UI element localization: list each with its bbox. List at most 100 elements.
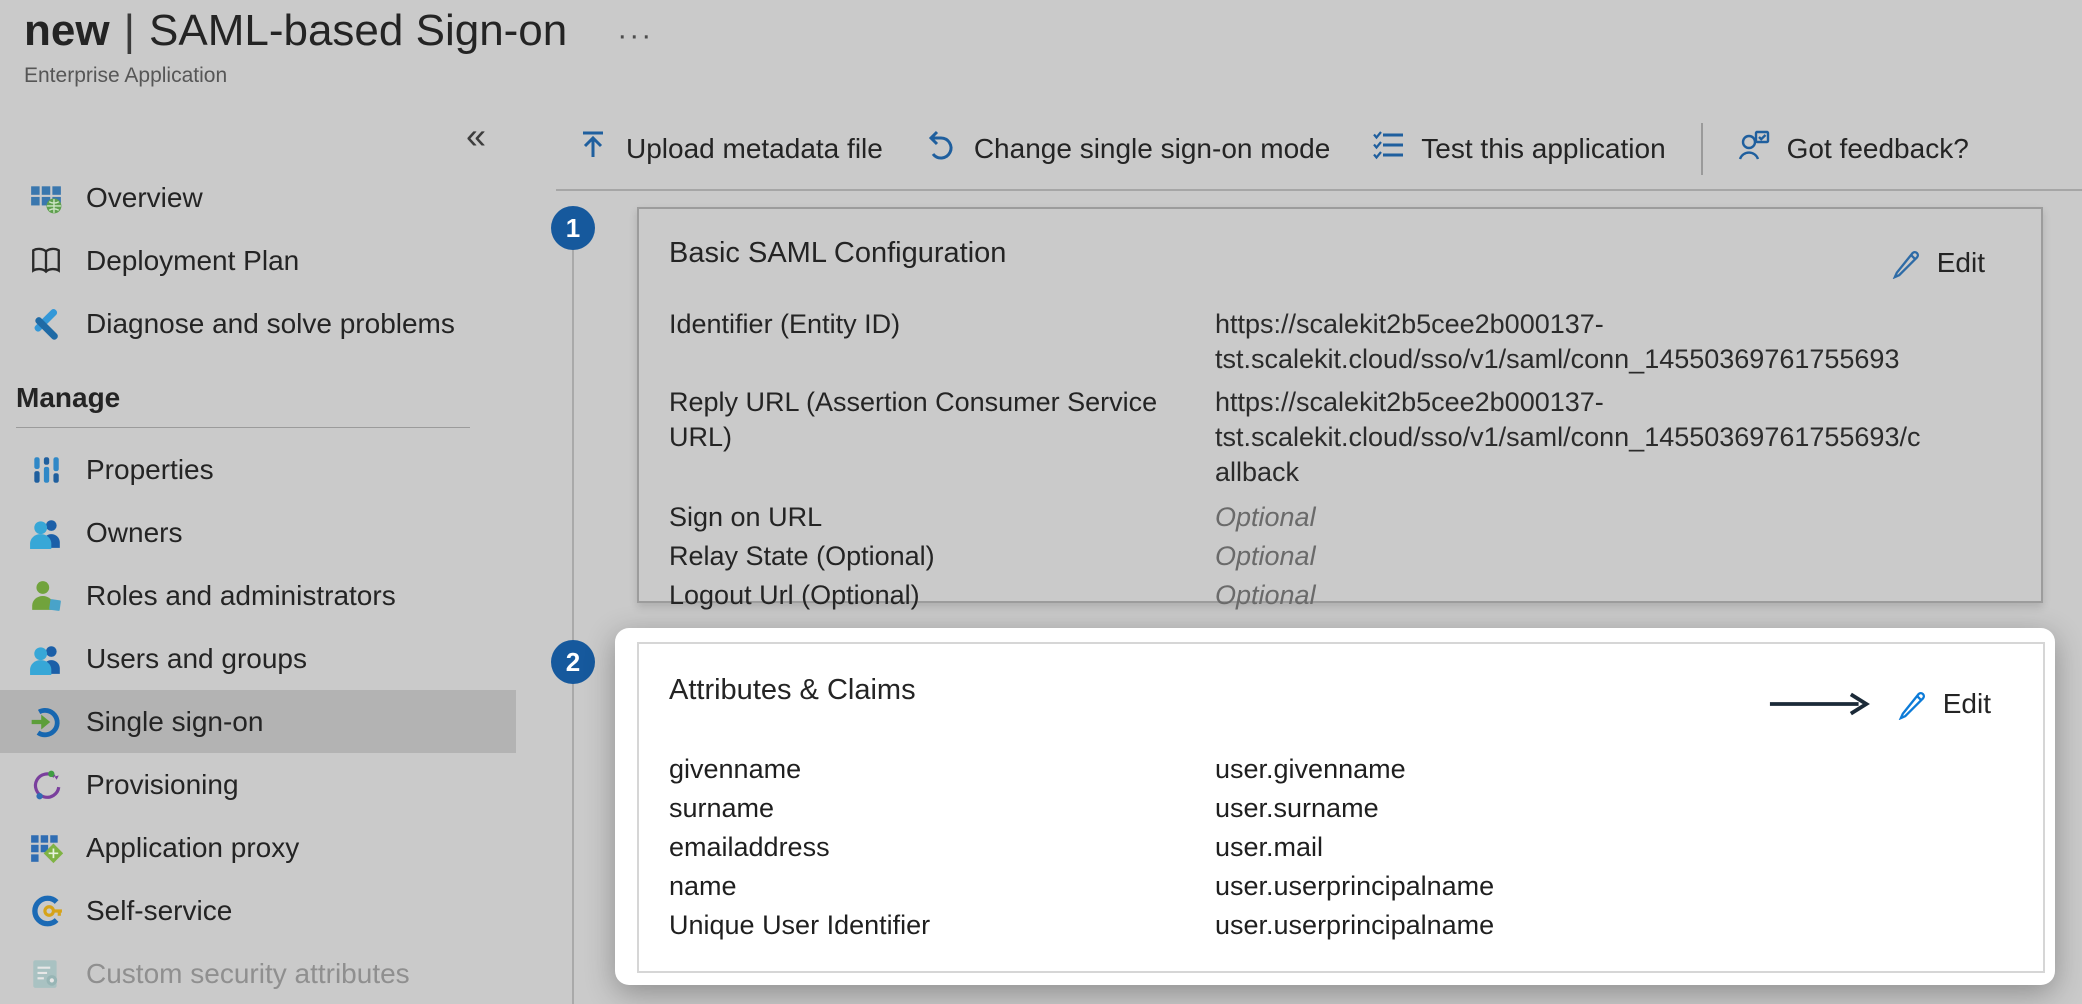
app-proxy-grid-icon	[28, 830, 64, 866]
change-sso-mode-button[interactable]: Change single sign-on mode	[904, 129, 1351, 168]
config-row: Identifier (Entity ID) https://scalekit2…	[669, 307, 2011, 377]
checklist-icon	[1372, 129, 1404, 168]
blade-title: SAML-based Sign-on	[149, 6, 567, 56]
app-type-subtitle: Enterprise Application	[24, 64, 653, 88]
step-1-badge: 1	[551, 206, 595, 250]
sidebar-item-label: Self-service	[86, 895, 232, 927]
sidebar-item-application-proxy[interactable]: Application proxy	[0, 816, 516, 879]
row-value: https://scalekit2b5cee2b000137-tst.scale…	[1215, 385, 1935, 490]
annotation-arrow-icon	[1768, 690, 1874, 718]
card-title: Basic SAML Configuration	[669, 233, 2011, 273]
sidebar-item-diagnose[interactable]: Diagnose and solve problems	[0, 292, 516, 355]
sidebar-section-manage: Manage	[0, 369, 516, 427]
sidebar-item-label: Provisioning	[86, 769, 239, 801]
row-value-optional: Optional	[1215, 537, 1935, 576]
pencil-icon	[1891, 248, 1922, 279]
command-bar: Upload metadata file Change single sign-…	[556, 108, 2082, 191]
row-label: Identifier (Entity ID)	[669, 307, 1215, 342]
sidebar-item-owners[interactable]: Owners	[0, 501, 516, 564]
sidebar-item-single-sign-on[interactable]: Single sign-on	[0, 690, 516, 753]
step-2-badge: 2	[551, 640, 595, 684]
sidebar-divider	[16, 427, 470, 428]
sidebar-item-provisioning[interactable]: Provisioning	[0, 753, 516, 816]
sidebar: « Overview Deployment Plan Diagnose and …	[0, 100, 516, 1004]
single-sign-on-icon	[28, 704, 64, 740]
people-icon	[28, 641, 64, 677]
claim-row: givenname user.givenname	[669, 750, 2013, 789]
attributes-claims-card: Attributes & Claims Edit givenname user.…	[637, 642, 2045, 973]
people-icon	[28, 515, 64, 551]
step-connector-line	[572, 240, 574, 1004]
command-label: Got feedback?	[1787, 133, 1969, 165]
claim-name: Unique User Identifier	[669, 906, 1215, 945]
claim-value: user.mail	[1215, 828, 1935, 867]
command-label: Test this application	[1421, 133, 1665, 165]
sidebar-item-properties[interactable]: Properties	[0, 438, 516, 501]
edit-basic-saml-button[interactable]: Edit	[1891, 247, 1985, 279]
properties-bars-icon	[28, 452, 64, 488]
claim-value: user.surname	[1215, 789, 1935, 828]
upload-icon	[577, 129, 609, 168]
claim-name: emailaddress	[669, 828, 1215, 867]
sidebar-item-label: Roles and administrators	[86, 580, 396, 612]
command-label: Upload metadata file	[626, 133, 883, 165]
sidebar-item-deployment-plan[interactable]: Deployment Plan	[0, 229, 516, 292]
more-menu-icon[interactable]: ···	[617, 9, 653, 53]
row-value: https://scalekit2b5cee2b000137-tst.scale…	[1215, 307, 1935, 377]
page-header: new | SAML-based Sign-on ··· Enterprise …	[24, 6, 653, 88]
test-application-button[interactable]: Test this application	[1351, 129, 1686, 168]
book-icon	[28, 243, 64, 279]
basic-saml-rows: Identifier (Entity ID) https://scalekit2…	[669, 307, 2011, 615]
edit-label: Edit	[1937, 247, 1985, 279]
upload-metadata-button[interactable]: Upload metadata file	[556, 129, 904, 168]
sidebar-item-label: Properties	[86, 454, 214, 486]
sidebar-item-custom-security-attributes[interactable]: Custom security attributes	[0, 942, 516, 1004]
row-label: Relay State (Optional)	[669, 537, 1215, 576]
page-title: new | SAML-based Sign-on ···	[24, 6, 653, 56]
spotlight-highlight: Attributes & Claims Edit givenname user.…	[615, 628, 2055, 985]
sidebar-item-users-groups[interactable]: Users and groups	[0, 627, 516, 690]
claim-value: user.userprincipalname	[1215, 906, 1935, 945]
sidebar-item-label: Single sign-on	[86, 706, 263, 738]
config-row: Logout Url (Optional) Optional	[669, 576, 2011, 615]
claim-row: surname user.surname	[669, 789, 2013, 828]
claim-name: name	[669, 867, 1215, 906]
config-row: Sign on URL Optional	[669, 498, 2011, 537]
sidebar-item-label: Owners	[86, 517, 182, 549]
claim-name: surname	[669, 789, 1215, 828]
sidebar-collapse-button[interactable]: «	[466, 118, 486, 154]
row-value-optional: Optional	[1215, 576, 1935, 615]
feedback-person-icon	[1738, 129, 1770, 168]
custom-attributes-doc-icon	[28, 956, 64, 992]
row-label: Logout Url (Optional)	[669, 576, 1215, 615]
row-label: Sign on URL	[669, 498, 1215, 537]
sidebar-item-overview[interactable]: Overview	[0, 166, 516, 229]
row-value-optional: Optional	[1215, 498, 1935, 537]
sidebar-nav: Overview Deployment Plan Diagnose and so…	[0, 166, 516, 1004]
sidebar-item-label: Custom security attributes	[86, 958, 410, 990]
self-service-key-icon	[28, 893, 64, 929]
sidebar-item-label: Users and groups	[86, 643, 307, 675]
claim-row: emailaddress user.mail	[669, 828, 2013, 867]
toolbar-separator	[1701, 123, 1703, 175]
tools-icon	[28, 306, 64, 342]
edit-attributes-claims-button[interactable]: Edit	[1768, 688, 1991, 720]
sidebar-item-roles-admins[interactable]: Roles and administrators	[0, 564, 516, 627]
config-row: Reply URL (Assertion Consumer Service UR…	[669, 385, 2011, 490]
claim-value: user.givenname	[1215, 750, 1935, 789]
edit-label: Edit	[1943, 688, 1991, 720]
row-label: Reply URL (Assertion Consumer Service UR…	[669, 385, 1215, 455]
got-feedback-button[interactable]: Got feedback?	[1717, 129, 1990, 168]
config-row: Relay State (Optional) Optional	[669, 537, 2011, 576]
basic-saml-configuration-card: Basic SAML Configuration Edit Identifier…	[637, 207, 2043, 603]
sidebar-item-self-service[interactable]: Self-service	[0, 879, 516, 942]
claim-row: name user.userprincipalname	[669, 867, 2013, 906]
sidebar-item-label: Overview	[86, 182, 203, 214]
provisioning-sync-icon	[28, 767, 64, 803]
claims-rows: givenname user.givenname surname user.su…	[669, 750, 2013, 945]
sidebar-item-label: Deployment Plan	[86, 245, 299, 277]
title-separator: |	[124, 6, 135, 56]
claim-name: givenname	[669, 750, 1215, 789]
claim-row: Unique User Identifier user.userprincipa…	[669, 906, 2013, 945]
undo-arrow-icon	[925, 129, 957, 168]
